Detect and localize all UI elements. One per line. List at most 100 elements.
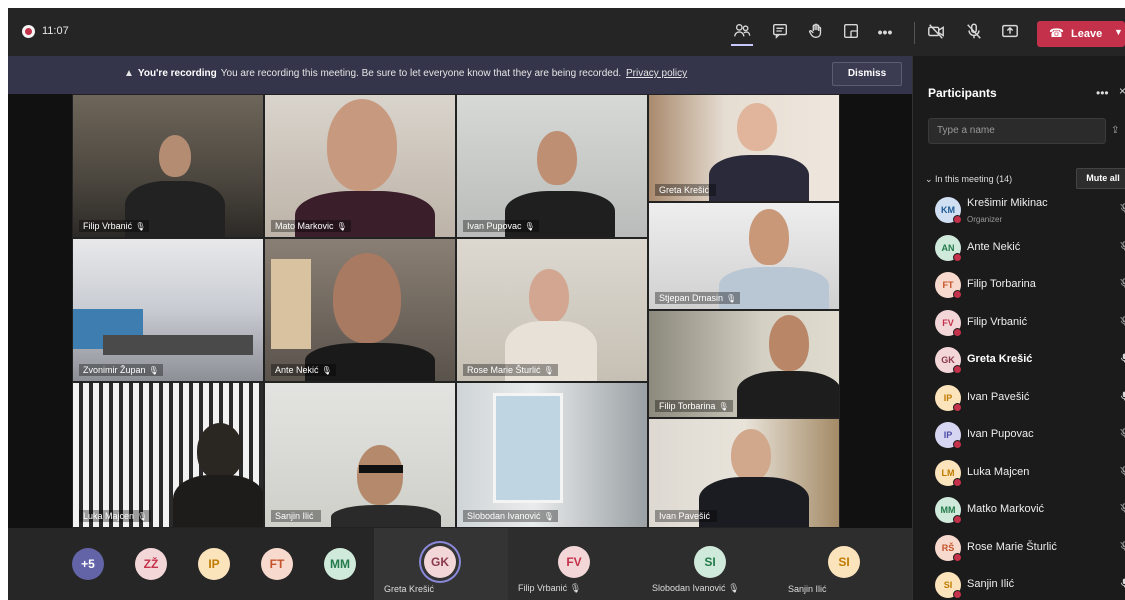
participant-row[interactable]: LM Luka Majcen <box>913 455 1125 492</box>
participant-avatar[interactable]: MM <box>324 548 356 580</box>
audio-tile-name: Filip Vrbanić 🎙 <box>518 583 582 593</box>
tile-name: Zvonimir Župan 🎙 <box>79 364 163 376</box>
participants-panel: Participants ••• × Type a name ⇪ ⌄ In th… <box>912 56 1125 600</box>
video-tile[interactable]: Zvonimir Župan 🎙 <box>72 238 264 382</box>
close-icon[interactable]: × <box>1119 84 1125 98</box>
participant-avatar: FV <box>935 309 962 337</box>
video-tile[interactable]: Filip Vrbanić 🎙 <box>72 94 264 238</box>
chat-icon[interactable] <box>769 22 791 42</box>
mic-muted-icon[interactable] <box>1119 502 1125 517</box>
participant-name: Rose Marie Šturlić <box>967 540 1057 553</box>
audio-tile[interactable]: FV Filip Vrbanić 🎙 <box>508 528 642 600</box>
video-tile[interactable]: Stjepan Drnasin 🎙 <box>648 202 840 310</box>
participant-row[interactable]: MM Matko Marković <box>913 492 1125 529</box>
video-tile[interactable]: Luka Majcen 🎙 <box>72 382 264 528</box>
mic-icon[interactable] <box>1119 390 1125 405</box>
privacy-policy-link[interactable]: Privacy policy <box>626 68 687 79</box>
participant-avatar[interactable]: ZŽ <box>135 548 167 580</box>
raise-hand-icon[interactable] <box>805 22 827 42</box>
audio-tile[interactable]: SI Slobodan Ivanović 🎙 <box>642 528 778 600</box>
avatar-initials: MM <box>940 505 956 515</box>
overflow-participant-strip: +5 ZŽ IP FT MM GK Greta Krešić FV Filip … <box>8 528 912 600</box>
leave-label: Leave <box>1071 28 1103 40</box>
mic-muted-icon[interactable] <box>1119 240 1125 255</box>
audio-tile-name: Sanjin Ilić <box>788 584 827 594</box>
mic-icon[interactable] <box>1119 352 1125 367</box>
hang-up-icon: ☎ <box>1049 26 1064 40</box>
speaker-avatar: SI <box>828 546 860 578</box>
warning-icon: ▲ <box>124 68 134 79</box>
audio-tile[interactable]: SI Sanjin Ilić <box>778 528 912 600</box>
participant-name: Luka Majcen <box>967 465 1030 478</box>
participant-row[interactable]: RŠ Rose Marie Šturlić <box>913 530 1125 567</box>
mic-muted-icon[interactable] <box>1119 315 1125 330</box>
participant-row[interactable]: AN Ante Nekić <box>913 230 1125 267</box>
participant-avatar[interactable]: IP <box>198 548 230 580</box>
participant-search-input[interactable]: Type a name <box>928 118 1106 144</box>
avatar-initials: IP <box>943 392 953 403</box>
video-tile[interactable]: Mato Markovic 🎙 <box>264 94 456 238</box>
more-options-icon[interactable]: ••• <box>1096 86 1109 100</box>
mic-icon[interactable] <box>1119 577 1125 592</box>
share-icon[interactable] <box>999 22 1021 42</box>
speaker-avatar: GK <box>424 546 456 578</box>
video-tile[interactable]: Ivan Pavešić <box>648 418 840 528</box>
panel-title: Participants <box>928 86 997 100</box>
status-dot-icon <box>953 365 962 374</box>
tile-name: Sanjin Ilić <box>271 510 321 522</box>
status-dot-icon <box>953 590 962 599</box>
status-dot-icon <box>953 477 962 487</box>
rooms-icon[interactable] <box>840 22 862 42</box>
video-tile[interactable]: Filip Torbarina 🎙 <box>648 310 840 418</box>
share-link-icon[interactable]: ⇪ <box>1111 125 1119 136</box>
participant-avatar: IP <box>935 384 962 412</box>
status-dot-icon <box>953 552 962 562</box>
participant-name: Sanjin Ilić <box>967 578 1015 590</box>
mic-off-icon[interactable] <box>963 22 985 42</box>
participant-row[interactable]: IP Ivan Pupovac <box>913 417 1125 454</box>
participant-row[interactable]: KM Krešimir Mikinac Organizer <box>913 192 1125 229</box>
leave-button[interactable]: ☎ Leave ▼ <box>1037 21 1125 47</box>
avatar-initials: FT <box>942 280 954 290</box>
video-tile[interactable]: Ante Nekić 🎙 <box>264 238 456 382</box>
audio-tile[interactable]: GK Greta Krešić <box>374 528 508 600</box>
video-tile[interactable]: Rose Marie Šturlić 🎙 <box>456 238 648 382</box>
more-participants-avatar[interactable]: +5 <box>72 548 104 580</box>
more-icon[interactable]: ••• <box>874 22 896 42</box>
mic-muted-icon[interactable] <box>1119 427 1125 442</box>
mute-all-button[interactable]: Mute all <box>1076 168 1125 189</box>
participant-row[interactable]: SI Sanjin Ilić <box>913 567 1125 600</box>
recording-title: You're recording <box>137 68 217 79</box>
tile-name: Mato Markovic 🎙 <box>271 220 351 232</box>
participant-avatar: IP <box>935 422 962 449</box>
video-tile[interactable]: Ivan Pupovac 🎙 <box>456 94 648 238</box>
tile-name: Filip Vrbanić 🎙 <box>79 220 150 232</box>
video-tile[interactable]: Greta Krešić <box>648 94 840 202</box>
audio-tile-name: Slobodan Ivanović 🎙 <box>652 583 740 593</box>
mic-muted-icon[interactable] <box>1119 202 1125 217</box>
avatar-initials: GK <box>941 355 955 365</box>
participant-avatar[interactable]: FT <box>261 548 293 580</box>
camera-off-icon[interactable] <box>925 22 947 42</box>
meeting-toolbar: 11:07 ••• ☎ Leave ▼ <box>8 8 1125 56</box>
mic-muted-icon[interactable] <box>1119 465 1125 480</box>
participant-row[interactable]: GK Greta Krešić <box>913 342 1125 379</box>
participant-row[interactable]: FV Filip Vrbanić <box>913 305 1125 342</box>
mic-muted-icon[interactable] <box>1119 540 1125 555</box>
participant-row[interactable]: IP Ivan Pavešić <box>913 380 1125 417</box>
participant-row[interactable]: FT Filip Torbarina <box>913 267 1125 304</box>
in-meeting-section-header[interactable]: ⌄ In this meeting (14) <box>925 174 1012 185</box>
dismiss-button[interactable]: Dismiss <box>832 62 902 86</box>
participant-avatar: RŠ <box>935 534 962 562</box>
participant-name: Ante Nekić <box>967 240 1021 253</box>
participant-avatar: GK <box>935 347 962 374</box>
people-icon[interactable] <box>731 22 753 42</box>
participant-name: Matko Marković <box>967 503 1045 515</box>
video-tile[interactable]: Slobodan Ivanović 🎙 <box>456 382 648 528</box>
video-tile[interactable]: Sanjin Ilić <box>264 382 456 528</box>
mic-muted-icon[interactable] <box>1119 277 1125 292</box>
status-dot-icon <box>953 327 962 337</box>
status-dot-icon <box>953 252 962 262</box>
participant-avatar: LM <box>935 459 962 487</box>
participant-role: Organizer <box>967 215 1003 224</box>
